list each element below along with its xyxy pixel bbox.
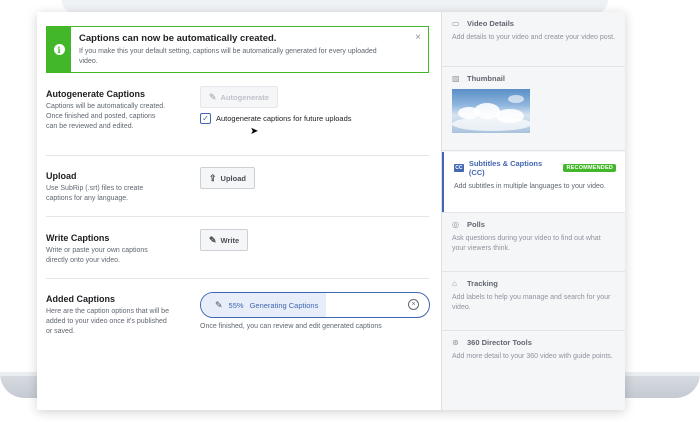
section-divider <box>46 278 429 279</box>
sidebar-item-label: 360 Director Tools <box>467 338 532 347</box>
sidebar-item-desc: Add more detail to your 360 video with g… <box>452 353 613 360</box>
notice-text: If you make this your default setting, c… <box>79 48 377 65</box>
sidebar-item-label: Tracking <box>467 279 498 288</box>
sidebar-item-desc: Add details to your video and create you… <box>452 34 616 41</box>
notice-icon-strip: i <box>47 27 71 72</box>
write-button[interactable]: ✎ Write <box>200 229 249 251</box>
sidebar-item-360-tools[interactable]: ⊛ 360 Director Tools Add more detail to … <box>442 331 625 369</box>
video-icon: ▭ <box>452 19 460 28</box>
upload-desc: Use SubRip (.srt) files to create captio… <box>46 185 144 203</box>
pencil-icon: ✎ <box>209 234 217 245</box>
sidebar-item-video-details[interactable]: ▭ Video Details Add details to your vide… <box>442 12 625 50</box>
sidebar: ▭ Video Details Add details to your vide… <box>441 12 625 410</box>
magic-wand-icon: ✎ <box>209 91 217 102</box>
progress-note: Once finished, you can review and edit g… <box>200 323 382 330</box>
autogenerate-future-label: Autogenerate captions for future uploads <box>216 114 352 123</box>
added-captions-desc: Here are the caption options that will b… <box>46 308 169 336</box>
caption-generation-progress: ✎ 55% Generating Captions × <box>200 292 430 318</box>
sidebar-item-thumbnail[interactable]: ▨ Thumbnail <box>442 67 625 140</box>
sidebar-divider <box>442 150 625 151</box>
autogenerate-button[interactable]: ✎ Autogenerate <box>200 86 278 108</box>
recommended-badge: RECOMMENDED <box>563 164 616 172</box>
upload-icon: ⇪ <box>209 172 217 183</box>
info-notice: i Captions can now be automatically crea… <box>46 26 429 73</box>
sidebar-item-tracking[interactable]: ⌂ Tracking Add labels to help you manage… <box>442 272 625 320</box>
sidebar-item-desc: Ask questions during your video to find … <box>452 235 601 253</box>
sidebar-item-desc: Add labels to help you manage and search… <box>452 294 611 312</box>
cancel-generation-icon[interactable]: × <box>408 299 419 310</box>
poll-icon: ◎ <box>452 220 459 229</box>
mouse-cursor-icon: ➤ <box>250 126 259 137</box>
section-divider <box>46 155 429 156</box>
notice-title: Captions can now be automatically create… <box>79 33 277 44</box>
sidebar-item-label: Thumbnail <box>467 74 505 83</box>
upload-button[interactable]: ⇪ Upload <box>200 167 255 189</box>
write-button-label: Write <box>220 235 240 245</box>
autogenerate-future-row: ✓ Autogenerate captions for future uploa… <box>200 113 352 124</box>
section-divider <box>46 216 429 217</box>
sidebar-item-subtitles[interactable]: CC Subtitles & Captions (CC) RECOMMENDED… <box>442 152 625 212</box>
thumbnail-image[interactable] <box>452 89 530 133</box>
progress-percent: 55% <box>228 300 244 310</box>
sidebar-item-polls[interactable]: ◎ Polls Ask questions during your video … <box>442 213 625 261</box>
magic-wand-icon: ✎ <box>215 299 223 310</box>
sidebar-item-label: Subtitles & Captions (CC) <box>468 159 543 177</box>
upload-button-label: Upload <box>220 173 246 183</box>
tag-icon: ⌂ <box>452 279 457 288</box>
image-icon: ▨ <box>452 74 460 83</box>
autogenerate-button-label: Autogenerate <box>220 92 269 102</box>
close-icon[interactable]: × <box>415 32 421 43</box>
notice-body: Captions can now be automatically create… <box>71 27 428 72</box>
cc-icon: CC <box>454 164 464 172</box>
autogenerate-desc: Captions will be automatically created. … <box>46 103 166 131</box>
progress-content: ✎ 55% Generating Captions <box>215 293 318 317</box>
main-content: i Captions can now be automatically crea… <box>37 12 441 410</box>
sidebar-item-desc: Add subtitles in multiple languages to y… <box>454 183 606 190</box>
captions-panel: i Captions can now be automatically crea… <box>37 12 625 410</box>
autogenerate-future-checkbox[interactable]: ✓ <box>200 113 211 124</box>
sidebar-item-label: Polls <box>467 220 485 229</box>
360-icon: ⊛ <box>452 338 459 347</box>
sidebar-item-label: Video Details <box>467 19 514 28</box>
progress-label: Generating Captions <box>249 300 319 310</box>
write-desc: Write or paste your own captions directl… <box>46 247 148 265</box>
info-icon: i <box>53 44 65 55</box>
